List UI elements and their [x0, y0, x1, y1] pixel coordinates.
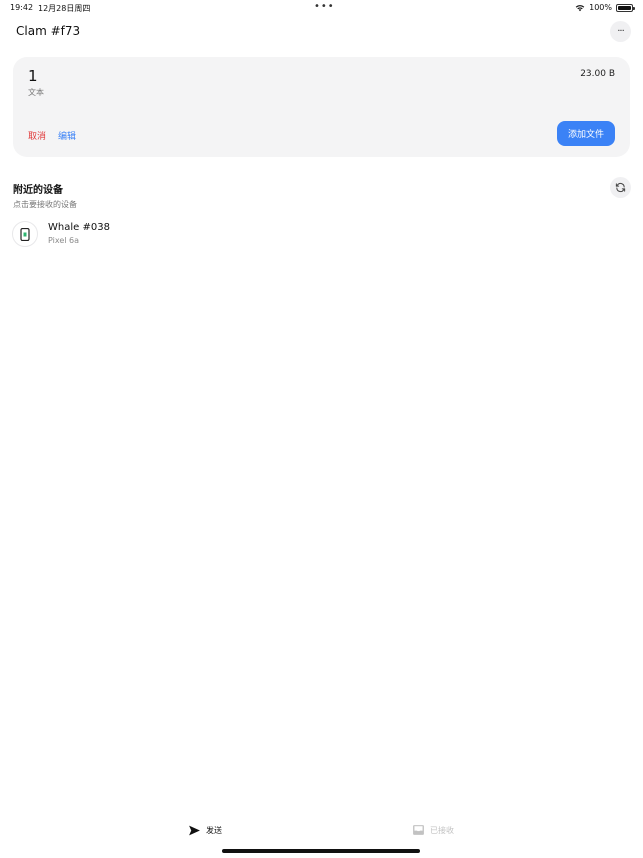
battery-percent: 100% [589, 3, 612, 12]
smartphone-icon [20, 227, 30, 241]
page-title: Clam #f73 [16, 24, 81, 38]
status-indicators: 100% [575, 3, 635, 12]
device-model: Pixel 6a [48, 236, 80, 245]
status-date: 12月28日周四 [38, 4, 91, 13]
wifi-icon [575, 4, 585, 11]
add-file-button[interactable]: 添加文件 [557, 121, 615, 146]
tab-send-label: 发送 [206, 826, 222, 835]
app-screen: 19:42 12月28日周四 ••• 100% Clam #f73 ··· 1 … [0, 0, 643, 858]
more-options-button[interactable]: ··· [610, 21, 631, 42]
tab-received[interactable]: 已接收 [412, 824, 454, 836]
status-bar: 19:42 12月28日周四 ••• 100% [0, 0, 643, 16]
selection-size: 23.00 B [580, 69, 615, 79]
ellipsis-icon: ··· [617, 26, 624, 37]
nearby-devices-subtitle: 点击要接收的设备 [13, 200, 77, 209]
selection-type: 文本 [28, 88, 44, 97]
multitasking-dots-icon[interactable]: ••• [314, 2, 335, 12]
send-icon [189, 825, 200, 836]
device-list-item[interactable]: Whale #038 Pixel 6a [12, 219, 312, 249]
status-time: 19:42 [10, 3, 34, 12]
tab-received-label: 已接收 [430, 825, 454, 835]
bottom-tab-bar: 发送 已接收 [0, 818, 643, 848]
cancel-button[interactable]: 取消 [28, 129, 46, 142]
home-indicator [222, 849, 420, 853]
tab-send[interactable]: 发送 [188, 824, 222, 837]
selection-count: 1 [28, 67, 38, 85]
refresh-icon [615, 182, 626, 193]
device-avatar [12, 221, 38, 247]
device-name: Whale #038 [48, 222, 110, 233]
inbox-icon [413, 825, 424, 835]
nearby-devices-title: 附近的设备 [13, 185, 63, 196]
selection-card: 1 文本 23.00 B 取消 编辑 添加文件 [13, 57, 630, 157]
refresh-button[interactable] [610, 177, 631, 198]
edit-button[interactable]: 编辑 [58, 129, 76, 142]
battery-icon [616, 3, 635, 12]
